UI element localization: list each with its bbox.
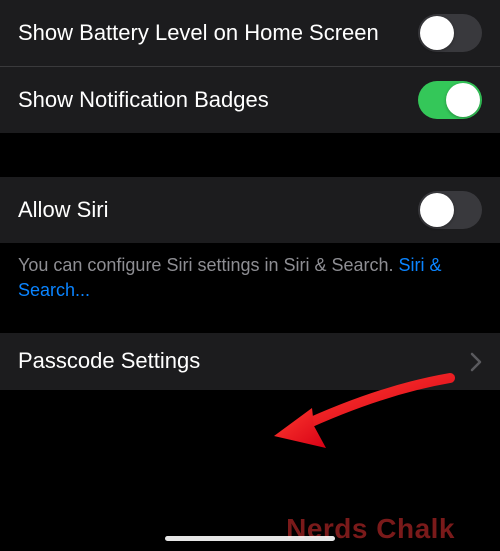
toggle-battery-level[interactable] xyxy=(418,14,482,52)
spacer xyxy=(0,390,500,460)
toggle-knob xyxy=(420,16,454,50)
toggle-notification-badges[interactable] xyxy=(418,81,482,119)
group-separator xyxy=(0,319,500,333)
toggle-knob xyxy=(420,193,454,227)
footer-text-prefix: You can configure Siri settings in Siri … xyxy=(18,255,399,275)
settings-group-display: Show Battery Level on Home Screen Show N… xyxy=(0,0,500,133)
toggle-knob xyxy=(446,83,480,117)
settings-group-passcode: Passcode Settings xyxy=(0,333,500,390)
row-label: Show Battery Level on Home Screen xyxy=(18,19,418,48)
row-label: Show Notification Badges xyxy=(18,86,418,115)
toggle-allow-siri[interactable] xyxy=(418,191,482,229)
row-notification-badges[interactable]: Show Notification Badges xyxy=(0,67,500,133)
home-indicator[interactable] xyxy=(165,536,335,541)
siri-footer-text: You can configure Siri settings in Siri … xyxy=(0,243,500,319)
row-allow-siri[interactable]: Allow Siri xyxy=(0,177,500,243)
row-passcode-settings[interactable]: Passcode Settings xyxy=(0,333,500,390)
row-label: Passcode Settings xyxy=(18,347,470,376)
chevron-right-icon xyxy=(470,352,482,372)
settings-group-siri: Allow Siri xyxy=(0,177,500,243)
row-battery-level[interactable]: Show Battery Level on Home Screen xyxy=(0,0,500,67)
row-label: Allow Siri xyxy=(18,196,418,225)
group-separator xyxy=(0,133,500,177)
